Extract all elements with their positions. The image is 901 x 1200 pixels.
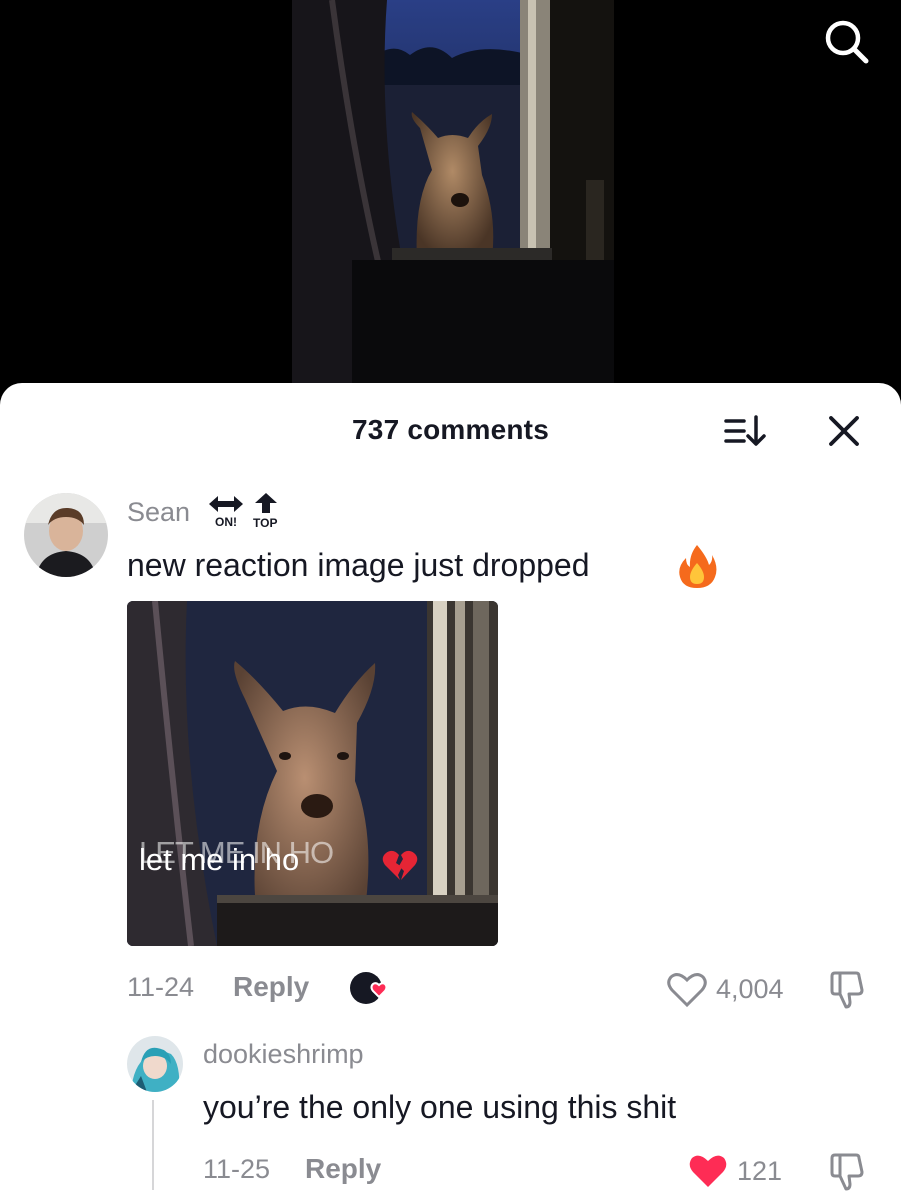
image-caption: let me in ho xyxy=(139,842,300,877)
reply-button[interactable]: Reply xyxy=(305,1153,381,1185)
sort-icon xyxy=(724,415,766,446)
video-frame xyxy=(292,0,614,385)
like-count: 4,004 xyxy=(716,974,784,1004)
avatar[interactable] xyxy=(127,1036,183,1092)
search-button[interactable] xyxy=(819,14,875,70)
comment-username[interactable]: dookieshrimp xyxy=(203,1039,364,1070)
reply-button[interactable]: Reply xyxy=(233,971,309,1003)
dislike-icon[interactable] xyxy=(826,970,868,1010)
comments-sheet: 737 comments Sean ON! TOP new reaction i… xyxy=(0,383,901,1200)
badge-group: ON! TOP xyxy=(205,493,285,535)
comments-header: 737 comments xyxy=(0,383,901,478)
video-player[interactable] xyxy=(0,0,901,400)
comment-username[interactable]: Sean xyxy=(127,497,190,528)
swap-arrows-icon xyxy=(209,496,243,512)
like-icon-filled[interactable] xyxy=(688,1153,728,1189)
close-icon xyxy=(829,416,859,446)
fire-emoji-icon xyxy=(679,545,717,588)
comment-date: 11-24 xyxy=(127,972,195,1002)
arrow-up-icon xyxy=(255,493,277,513)
avatar[interactable] xyxy=(24,493,108,577)
thread-line xyxy=(152,1100,154,1190)
comment-text: new reaction image just dropped xyxy=(127,547,590,583)
sort-button[interactable] xyxy=(718,411,772,451)
dislike-icon[interactable] xyxy=(826,1152,868,1192)
like-icon[interactable] xyxy=(667,972,707,1008)
badge-on: ON! xyxy=(215,515,237,529)
search-icon xyxy=(825,20,869,64)
like-count: 121 xyxy=(737,1156,783,1186)
close-button[interactable] xyxy=(816,408,870,454)
broken-heart-emoji-icon xyxy=(382,850,418,880)
comment-text: you’re the only one using this shit xyxy=(203,1089,677,1125)
comment-date: 11-25 xyxy=(203,1154,271,1184)
reaction-image[interactable]: LET ME IN HO let me in ho xyxy=(127,601,498,946)
creator-liked-icon xyxy=(350,972,388,1004)
badge-top: TOP xyxy=(253,516,278,530)
